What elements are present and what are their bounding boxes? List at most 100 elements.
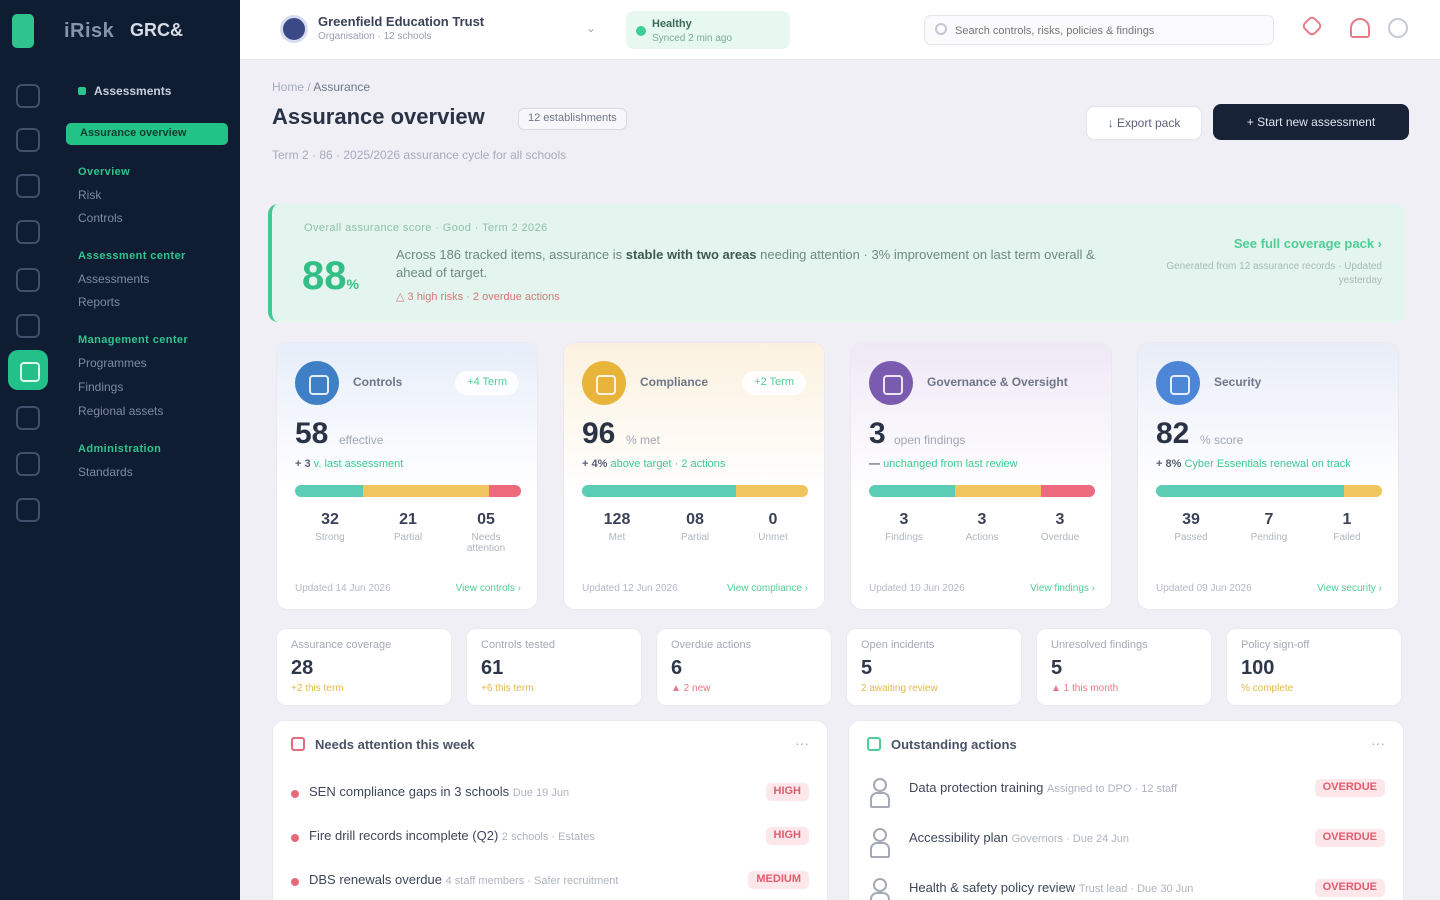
card-stat: 128 Met	[603, 511, 631, 543]
sidebar-item-risk[interactable]: Risk	[78, 188, 101, 202]
status-segment	[1040, 485, 1095, 497]
brand-logo-icon[interactable]	[12, 14, 34, 48]
card-footer: Updated 14 Jun 2026 View controls ›	[295, 583, 521, 594]
kpi-tile[interactable]: Controls tested 61 +6 this term	[466, 628, 642, 706]
card-link[interactable]: View controls ›	[456, 583, 521, 594]
domain-card[interactable]: Controls +4 Term 58 effective + 3 v. las…	[276, 342, 538, 610]
list-item[interactable]: Data protection training Assigned to DPO…	[867, 777, 1385, 808]
calendar-icon[interactable]	[16, 268, 40, 292]
kpi-value: 6	[671, 657, 683, 679]
card-value: 82	[1156, 417, 1190, 450]
kpi-tile[interactable]: Open incidents 5 2 awaiting review	[846, 628, 1022, 706]
user-icon	[867, 877, 890, 900]
status-dot-icon	[636, 26, 646, 36]
bell-icon[interactable]	[1350, 18, 1370, 38]
nav-section-title: Assessment center	[78, 250, 186, 262]
kpi-value: 5	[1051, 657, 1063, 679]
status-segment	[582, 485, 736, 497]
card-stats: 32 Strong 21 Partial 05 Needs attention	[295, 511, 521, 554]
card-stat: 05 Needs attention	[466, 511, 506, 554]
user-icon[interactable]	[16, 314, 40, 338]
settings-icon[interactable]	[16, 498, 40, 522]
list-item[interactable]: Health & safety policy review Trust lead…	[867, 877, 1385, 900]
sidebar-item-programmes[interactable]: Programmes	[78, 356, 147, 370]
export-pack-button[interactable]: ↓ Export pack	[1086, 106, 1202, 140]
domain-card[interactable]: Governance & Oversight 3 open findings —…	[850, 342, 1112, 610]
gear-icon[interactable]	[1388, 18, 1408, 38]
chart-icon[interactable]	[16, 220, 40, 244]
kpi-subtext: +2 this term	[291, 683, 344, 694]
kpi-tile[interactable]: Policy sign-off 100 % complete	[1226, 628, 1402, 706]
panel-title: Needs attention this week	[315, 737, 475, 752]
home-icon[interactable]	[16, 84, 40, 108]
more-icon[interactable]: ···	[795, 735, 809, 751]
severity-badge: OVERDUE	[1314, 879, 1385, 897]
org-subtitle: Organisation · 12 schools	[318, 31, 432, 42]
risk-dot-icon	[291, 834, 299, 842]
domain-icon	[1156, 361, 1200, 405]
domain-card[interactable]: Compliance +2 Term 96 % met + 4% above t…	[563, 342, 825, 610]
kpi-subtext: +6 this term	[481, 683, 534, 694]
card-unit: open findings	[894, 433, 966, 447]
list-item-text: Health & safety policy review Trust lead…	[909, 880, 1194, 895]
card-value: 96	[582, 417, 616, 450]
nav-section-title: Administration	[78, 443, 162, 455]
breadcrumb-current: Assurance	[313, 80, 371, 94]
list-item[interactable]: SEN compliance gaps in 3 schools Due 19 …	[291, 781, 809, 811]
start-assessment-button[interactable]: + Start new assessment	[1213, 104, 1409, 140]
domain-icon	[295, 361, 339, 405]
list-item[interactable]: Fire drill records incomplete (Q2) 2 sch…	[291, 825, 809, 855]
overall-score: 88%	[302, 254, 359, 298]
card-stat: 7 Pending	[1250, 511, 1288, 543]
status-bar	[869, 485, 1095, 497]
sidebar-item-findings[interactable]: Findings	[78, 380, 123, 394]
sidebar-item-standards[interactable]: Standards	[78, 465, 133, 479]
folder-icon[interactable]	[16, 406, 40, 430]
sync-status-badge[interactable]: Healthy Synced 2 min ago	[626, 11, 790, 49]
breadcrumb-home[interactable]: Home	[272, 80, 304, 94]
people-icon[interactable]	[16, 452, 40, 476]
search-input[interactable]	[955, 21, 1265, 41]
trend-chip: +4 Term	[455, 371, 519, 395]
status-segment	[869, 485, 955, 497]
kpi-value: 28	[291, 657, 314, 679]
flag-icon[interactable]	[1300, 14, 1324, 38]
org-avatar[interactable]	[280, 15, 308, 43]
domain-card[interactable]: Security 82 % score + 8% Cyber Essential…	[1137, 342, 1399, 610]
status-bar	[1156, 485, 1382, 497]
sidebar-item-active[interactable]: Assurance overview	[66, 123, 228, 145]
kpi-tile[interactable]: Assurance coverage 28 +2 this term	[276, 628, 452, 706]
card-link[interactable]: View findings ›	[1030, 583, 1095, 594]
sidebar-item-assessments[interactable]: Assessments	[78, 272, 149, 286]
attention-panel: Needs attention this week ··· SEN compli…	[272, 720, 828, 900]
risk-dot-icon	[291, 790, 299, 798]
chevron-down-icon[interactable]: ⌄	[586, 21, 596, 35]
card-link[interactable]: View compliance ›	[727, 583, 808, 594]
card-title: Controls	[353, 375, 403, 389]
shield-icon[interactable]	[8, 350, 48, 390]
checklist-icon	[867, 737, 881, 751]
sidebar-item-reports[interactable]: Reports	[78, 295, 120, 309]
banner-summary: Across 186 tracked items, assurance is s…	[396, 247, 1095, 280]
kpi-tile[interactable]: Overdue actions 6 ▲ 2 new	[656, 628, 832, 706]
card-unit: % score	[1200, 433, 1244, 447]
group-icon	[78, 87, 86, 95]
search-box[interactable]	[924, 15, 1274, 45]
list-item[interactable]: DBS renewals overdue 4 staff members · S…	[291, 869, 809, 899]
grid-icon[interactable]	[16, 128, 40, 152]
kpi-title: Controls tested	[481, 639, 555, 651]
sidebar-item-controls[interactable]: Controls	[78, 211, 123, 225]
kpi-tile[interactable]: Unresolved findings 5 ▲ 1 this month	[1036, 628, 1212, 706]
card-title: Security	[1214, 375, 1262, 389]
more-icon[interactable]: ···	[1371, 735, 1385, 751]
list-item[interactable]: Accessibility plan Governors · Due 24 Ju…	[867, 827, 1385, 858]
sidebar-item-regional-assets[interactable]: Regional assets	[78, 404, 163, 418]
coverage-pack-link[interactable]: See full coverage pack ›	[1234, 236, 1382, 251]
card-link[interactable]: View security ›	[1317, 583, 1382, 594]
org-name[interactable]: Greenfield Education Trust	[318, 14, 484, 29]
nav-group-title[interactable]: Assessments	[78, 84, 171, 98]
list-item-text: DBS renewals overdue 4 staff members · S…	[309, 872, 619, 887]
card-unit: % met	[626, 433, 661, 447]
banner-eyebrow: Overall assurance score · Good · Term 2 …	[304, 222, 548, 234]
map-icon[interactable]	[16, 174, 40, 198]
